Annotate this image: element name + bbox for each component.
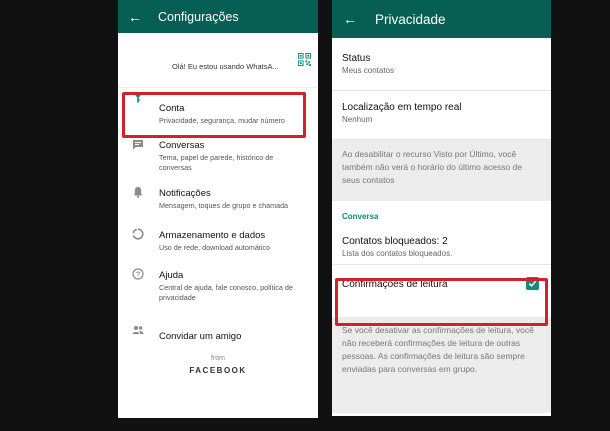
data-usage-icon [132,228,144,240]
settings-item-conta[interactable]: Conta Privacidade, segurança, mudar núme… [118,88,318,135]
key-icon [135,91,141,103]
settings-item-conversas[interactable]: Conversas Tema, papel de parede, históri… [118,135,318,183]
privacy-item-status[interactable]: Status Meus contatos [332,38,551,91]
privacy-item-bloqueados[interactable]: Contatos bloqueados: 2 Lista dos contato… [332,225,551,265]
page-title: Configurações [158,9,239,24]
privacy-item-label: Localização em tempo real [342,102,462,113]
people-icon [132,326,144,334]
bell-icon [133,187,143,198]
info-note-confirmacoes: Se você desativar as confirmações de lei… [332,317,551,413]
section-header-conversa: Conversa [342,212,379,221]
settings-item-label: Convidar um amigo [159,331,242,342]
settings-item-ajuda[interactable]: ? Ajuda Central de ajuda, fale conosco, … [118,265,318,321]
privacy-item-value: Lista dos contatos bloqueados. [342,249,453,258]
info-note-visto: Ao desabilitar o recurso Visto por Últim… [332,140,551,201]
read-receipts-checkbox[interactable] [526,277,539,290]
footer: from FACEBOOK [118,355,318,375]
settings-item-label: Ajuda [159,270,184,281]
privacy-item-label: Status [342,53,371,64]
check-icon [528,280,537,287]
profile-row[interactable]: Olá! Eu estou usando WhatsA... [118,33,318,88]
footer-from: from [211,355,225,362]
svg-text:?: ? [136,272,140,279]
privacy-item-value: Meus contatos [342,66,395,75]
arrow-left-icon[interactable]: ← [128,10,150,24]
privacy-item-label: Contatos bloqueados: 2 [342,236,448,247]
settings-item-convidar[interactable]: Convidar um amigo [118,321,318,353]
privacy-item-localizacao[interactable]: Localização em tempo real Nenhum [332,91,551,140]
privacy-item-confirmacoes[interactable]: Confirmações de leitura [332,265,551,317]
arrow-left-icon[interactable]: ← [343,12,365,26]
profile-status: Olá! Eu estou usando WhatsA... [172,62,279,71]
privacy-screen: ← Privacidade Status Meus contatos Local… [332,0,551,416]
settings-item-subtitle: Uso de rede, download automático [159,243,271,252]
settings-item-label: Conversas [159,140,205,151]
privacy-app-bar: ← Privacidade [332,0,551,38]
settings-item-label: Conta [159,103,185,114]
settings-item-subtitle: Mensagem, toques de grupo e chamada [159,201,289,210]
help-icon: ? [132,268,144,280]
qr-code-icon[interactable] [298,53,311,66]
settings-item-subtitle: Central de ajuda, fale conosco, política… [159,283,293,302]
privacy-item-value: Nenhum [342,115,373,124]
settings-app-bar: ← Configurações [118,0,318,33]
settings-item-subtitle: Tema, papel de parede, histórico de conv… [159,153,274,172]
settings-item-notificacoes[interactable]: Notificações Mensagem, toques de grupo e… [118,183,318,225]
footer-brand: FACEBOOK [189,366,247,375]
settings-item-label: Notificações [159,188,211,199]
settings-item-label: Armazenamento e dados [159,230,266,241]
settings-screen: ← Configurações Olá! Eu estou usando Wha… [118,0,318,418]
privacy-item-label: Confirmações de leitura [342,279,448,290]
settings-item-subtitle: Privacidade, segurança, mudar número [159,116,285,125]
page-title: Privacidade [375,11,446,27]
settings-item-armazenamento[interactable]: Armazenamento e dados Uso de rede, downl… [118,225,318,265]
chat-icon [133,140,143,150]
